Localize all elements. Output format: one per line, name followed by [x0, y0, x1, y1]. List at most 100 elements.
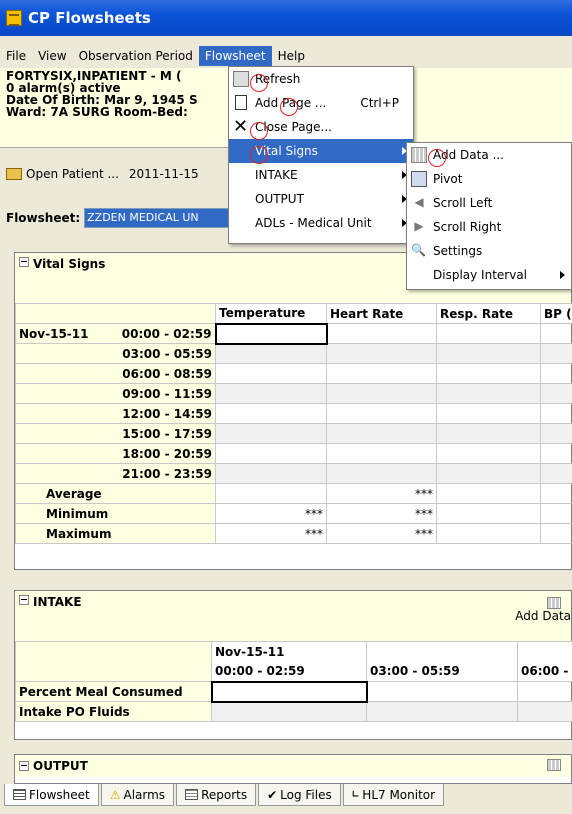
warning-icon: ⚠	[109, 787, 121, 802]
arrow-left-icon: ◀	[414, 195, 424, 209]
menu-view[interactable]: View	[32, 46, 72, 66]
data-cell[interactable]	[436, 403, 541, 424]
window-title: CP Flowsheets	[28, 9, 151, 27]
row-label: 21:00 - 23:59	[15, 463, 216, 484]
data-cell[interactable]	[215, 463, 327, 484]
data-cell-selected[interactable]	[214, 322, 328, 345]
data-cell[interactable]	[436, 363, 541, 384]
data-cell[interactable]	[436, 323, 541, 344]
menu-item-intake[interactable]: INTAKE	[229, 163, 413, 187]
tab-log-files[interactable]: ✔ Log Files	[258, 784, 341, 806]
menu-item-scroll-right[interactable]: ▶ Scroll Right	[407, 215, 571, 239]
summary-label: Average	[15, 483, 216, 504]
menubar: File View Observation Period Flowsheet H…	[0, 46, 572, 66]
folder-icon	[6, 168, 22, 180]
data-cell[interactable]	[326, 383, 437, 404]
tab-reports[interactable]: Reports	[176, 784, 257, 806]
menu-item-settings[interactable]: 🔍 Settings	[407, 239, 571, 263]
data-cell[interactable]	[540, 443, 572, 464]
data-cell[interactable]	[540, 463, 572, 484]
menu-file[interactable]: File	[0, 46, 32, 66]
grid-icon	[411, 147, 427, 163]
data-cell[interactable]	[366, 701, 518, 722]
summary-cell: ***	[215, 523, 327, 544]
intake-col[interactable]: 03:00 - 05:59	[366, 661, 518, 682]
menu-item-scroll-left[interactable]: ◀ Scroll Left	[407, 191, 571, 215]
col-bp[interactable]: BP (	[540, 303, 572, 324]
menu-item-display-interval[interactable]: Display Interval	[407, 263, 571, 287]
data-cell[interactable]	[436, 343, 541, 364]
tab-alarms[interactable]: ⚠ Alarms	[100, 784, 175, 806]
collapse-icon[interactable]	[19, 761, 29, 771]
data-cell[interactable]	[540, 343, 572, 364]
date-field[interactable]: 2011-11-15	[129, 167, 199, 181]
data-cell[interactable]	[540, 363, 572, 384]
menu-item-label: Scroll Right	[433, 220, 502, 234]
data-cell[interactable]	[436, 423, 541, 444]
data-cell[interactable]	[517, 701, 572, 722]
collapse-icon[interactable]	[19, 257, 29, 267]
menu-item-pivot[interactable]: Pivot	[407, 167, 571, 191]
date-label: Nov-15-11	[19, 326, 89, 341]
menu-help[interactable]: Help	[272, 46, 311, 66]
data-cell[interactable]	[326, 323, 437, 344]
intake-col[interactable]: 06:00 -	[517, 661, 572, 682]
data-cell[interactable]	[215, 383, 327, 404]
data-cell[interactable]	[215, 363, 327, 384]
data-cell[interactable]	[436, 383, 541, 404]
menu-item-label: Display Interval	[433, 268, 528, 282]
intake-col[interactable]: 00:00 - 02:59	[211, 661, 367, 682]
menu-item-label: Pivot	[433, 172, 463, 186]
open-patient-label: Open Patient ...	[26, 167, 119, 181]
data-cell[interactable]	[215, 403, 327, 424]
data-cell[interactable]	[326, 343, 437, 364]
data-cell[interactable]	[540, 383, 572, 404]
col-temperature[interactable]: Temperature	[215, 303, 327, 324]
menu-observation-period[interactable]: Observation Period	[73, 46, 199, 66]
data-cell[interactable]	[215, 343, 327, 364]
grid-icon[interactable]	[547, 759, 561, 771]
annotation-circle	[250, 74, 268, 92]
data-cell-selected[interactable]	[210, 680, 368, 703]
vital-signs-panel: Vital Signs Temperature Heart Rate Resp.…	[14, 252, 572, 570]
data-cell[interactable]	[540, 323, 572, 344]
page-icon	[235, 95, 247, 110]
data-cell[interactable]	[326, 463, 437, 484]
tab-label: Reports	[201, 787, 248, 802]
data-cell[interactable]	[540, 423, 572, 444]
table-row: 15:00 - 17:59	[15, 423, 572, 444]
menu-item-output[interactable]: OUTPUT	[229, 187, 413, 211]
output-header: OUTPUT	[15, 755, 571, 777]
data-cell[interactable]	[211, 701, 367, 722]
open-patient-button[interactable]: Open Patient ...	[6, 167, 119, 181]
data-cell[interactable]	[366, 681, 518, 702]
tab-flowsheet[interactable]: Flowsheet	[4, 784, 99, 806]
data-cell[interactable]	[436, 463, 541, 484]
menu-item-add-page[interactable]: Add Page ... Ctrl+P	[229, 91, 413, 115]
menu-item-label: Settings	[433, 244, 483, 258]
data-cell[interactable]	[326, 443, 437, 464]
data-cell[interactable]	[436, 443, 541, 464]
data-cell[interactable]	[540, 403, 572, 424]
data-cell[interactable]	[215, 423, 327, 444]
menu-item-adls[interactable]: ADLs - Medical Unit	[229, 211, 413, 235]
col-resp-rate[interactable]: Resp. Rate	[436, 303, 541, 324]
row-label: 18:00 - 20:59	[15, 443, 216, 464]
data-cell[interactable]	[215, 443, 327, 464]
checkmark-icon: ✔	[267, 787, 278, 802]
data-cell[interactable]	[517, 681, 572, 702]
arrow-right-icon: ▶	[414, 219, 424, 233]
col-heart-rate[interactable]: Heart Rate	[326, 303, 437, 324]
data-cell[interactable]	[326, 403, 437, 424]
data-cell[interactable]	[326, 423, 437, 444]
tab-label: Flowsheet	[29, 787, 90, 802]
table-row: 21:00 - 23:59	[15, 463, 572, 484]
tab-hl7-monitor[interactable]: ∟ HL7 Monitor	[342, 784, 445, 806]
menu-flowsheet[interactable]: Flowsheet	[198, 46, 272, 66]
intake-header-row: Nov-15-11	[15, 641, 572, 682]
time-label: 00:00 - 02:59	[121, 326, 212, 341]
collapse-icon[interactable]	[19, 595, 29, 605]
magnifier-icon: 🔍	[411, 243, 426, 257]
data-cell[interactable]	[326, 363, 437, 384]
add-data-button[interactable]: Add Data	[515, 597, 571, 623]
